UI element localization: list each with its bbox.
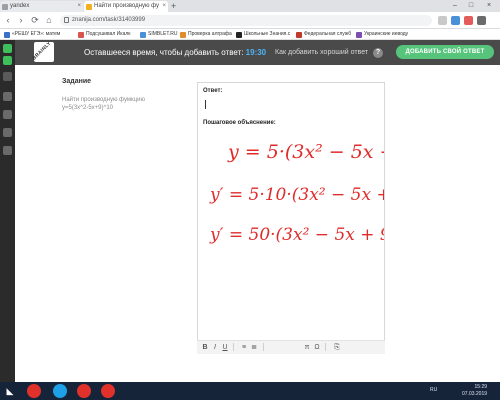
opera-icon[interactable]	[101, 384, 115, 398]
handwritten-line: y′ = 50·(3x² − 5x + 9)⁹·(6x − 5)	[209, 225, 384, 245]
extension-icon[interactable]	[464, 16, 473, 25]
bookmark-icon	[78, 32, 84, 38]
handwritten-solution: y = 5·(3x² − 5x + 9)¹⁰ y′ = 5·10·(3x² − …	[209, 141, 384, 245]
omega-symbol-button[interactable]: Ω	[313, 343, 321, 352]
underline-button[interactable]: U	[221, 343, 229, 352]
menu-icon[interactable]	[477, 16, 486, 25]
clock-date: 07.03.2019	[462, 391, 488, 397]
bookmark-label: Украинские иеводу	[364, 31, 409, 37]
pi-symbol-button[interactable]: π	[303, 343, 311, 352]
task-text: Найти производную фумкцию y=5(3x^2-5x+9)…	[62, 97, 145, 111]
start-icon[interactable]: ◣	[4, 385, 16, 397]
window-minimize-button[interactable]: –	[448, 0, 462, 12]
bookmark-item[interactable]: Украинские иеводу	[356, 29, 408, 40]
bookmark-icon	[140, 32, 146, 38]
italic-button[interactable]: I	[211, 343, 219, 352]
forward-icon[interactable]: ›	[16, 12, 26, 29]
tab-label: Найти производную фу	[94, 3, 159, 9]
opera-icon[interactable]	[27, 384, 41, 398]
messenger-icon[interactable]	[3, 56, 12, 65]
tab-close-icon[interactable]: ×	[162, 1, 166, 12]
bookmark-item[interactable]: SIMBLET.RU	[140, 29, 177, 40]
bookmark-item[interactable]: Проверка алграфа	[180, 29, 232, 40]
os-taskbar	[0, 382, 500, 400]
window-maximize-button[interactable]: □	[464, 0, 478, 12]
help-icon[interactable]: ?	[373, 48, 383, 58]
bookmarks-icon[interactable]	[3, 92, 12, 101]
clock-time: 15:29	[474, 384, 488, 390]
bookmark-label: Школьные Знания.с	[244, 31, 291, 37]
bookmark-item[interactable]: «РЕШУ ЕГЭ»: матем	[4, 29, 60, 40]
extension-icon[interactable]	[438, 16, 447, 25]
bookmark-item[interactable]: Федеральная служб	[296, 29, 351, 40]
tab-label: yandex	[10, 3, 30, 9]
tab-favicon-icon	[86, 4, 92, 10]
speed-dial-icon[interactable]	[3, 72, 12, 81]
bookmark-label: SIMBLET.RU	[148, 31, 178, 37]
bookmark-icon	[356, 32, 362, 38]
bookmark-item[interactable]: Школьные Знания.с	[236, 29, 290, 40]
bulleted-list-button[interactable]: ≡	[240, 343, 248, 352]
timer-value: 19:30	[245, 48, 267, 57]
answer-label: Ответ:	[203, 88, 223, 94]
add-answer-button[interactable]: ДОБАВИТЬ СВОЙ ОТВЕТ	[396, 45, 494, 59]
camera-icon[interactable]	[3, 128, 12, 137]
language-indicator[interactable]: RU	[430, 387, 437, 394]
numbered-list-button[interactable]: ≣	[250, 343, 258, 352]
toolbar-divider	[233, 343, 234, 351]
whatsapp-icon[interactable]	[3, 44, 12, 53]
bold-button[interactable]: B	[201, 343, 209, 352]
reload-icon[interactable]: ⟳	[30, 12, 40, 29]
explanation-label: Пошаговое объяснение:	[203, 120, 276, 126]
handwritten-line: y = 5·(3x² − 5x + 9)¹⁰	[227, 141, 384, 163]
toolbar-divider	[325, 343, 326, 351]
url-text: znanija.com/task/31403999	[72, 17, 146, 23]
timer-label: Оставшееся время, чтобы добавить ответ:	[84, 48, 246, 57]
bookmark-icon	[180, 32, 186, 38]
timer: Оставшееся время, чтобы добавить ответ: …	[84, 40, 266, 65]
bookmark-label: «РЕШУ ЕГЭ»: матем	[12, 31, 61, 37]
tab-favicon-icon	[2, 4, 8, 10]
window-close-button[interactable]: ×	[482, 0, 496, 12]
attach-icon[interactable]: ⎘	[333, 343, 341, 352]
handwritten-line: y′ = 5·10·(3x² − 5x + 9)⁹·(3x² − 5x + 9)…	[209, 185, 384, 205]
new-tab-button[interactable]: +	[171, 0, 176, 12]
opera-icon[interactable]	[77, 384, 91, 398]
bookmark-icon	[296, 32, 302, 38]
bookmark-label: Федеральная служб	[304, 31, 352, 37]
task-title: Задание	[62, 78, 92, 85]
news-icon[interactable]	[3, 110, 12, 119]
browser-tab-active[interactable]: Найти производную фу ×	[84, 1, 168, 12]
extension-icon[interactable]	[451, 16, 460, 25]
home-icon[interactable]: ⌂	[44, 12, 54, 29]
skype-icon[interactable]	[53, 384, 67, 398]
history-icon[interactable]	[3, 146, 12, 155]
tab-close-icon[interactable]: ×	[77, 1, 81, 12]
bookmark-icon	[4, 32, 10, 38]
bookmark-label: Проверка алграфа	[188, 31, 232, 37]
url-field[interactable]: znanija.com/task/31403999	[60, 15, 432, 26]
bookmark-label: Подсушивал Икалк	[86, 31, 131, 37]
clock[interactable]: 15:29 07.03.2019	[462, 384, 487, 398]
back-icon[interactable]: ‹	[3, 12, 13, 29]
logo-text: BRAINLY	[31, 40, 53, 62]
lock-icon	[64, 17, 69, 23]
brainly-logo[interactable]: BRAINLY	[31, 40, 54, 62]
how-to-answer-link[interactable]: Как добавить хороший ответ	[275, 40, 368, 65]
browser-tab-yandex[interactable]: yandex ×	[0, 1, 83, 12]
bookmark-item[interactable]: Подсушивал Икалк	[78, 29, 130, 40]
toolbar-divider	[263, 343, 264, 351]
bookmark-icon	[236, 32, 242, 38]
text-caret	[205, 100, 206, 109]
